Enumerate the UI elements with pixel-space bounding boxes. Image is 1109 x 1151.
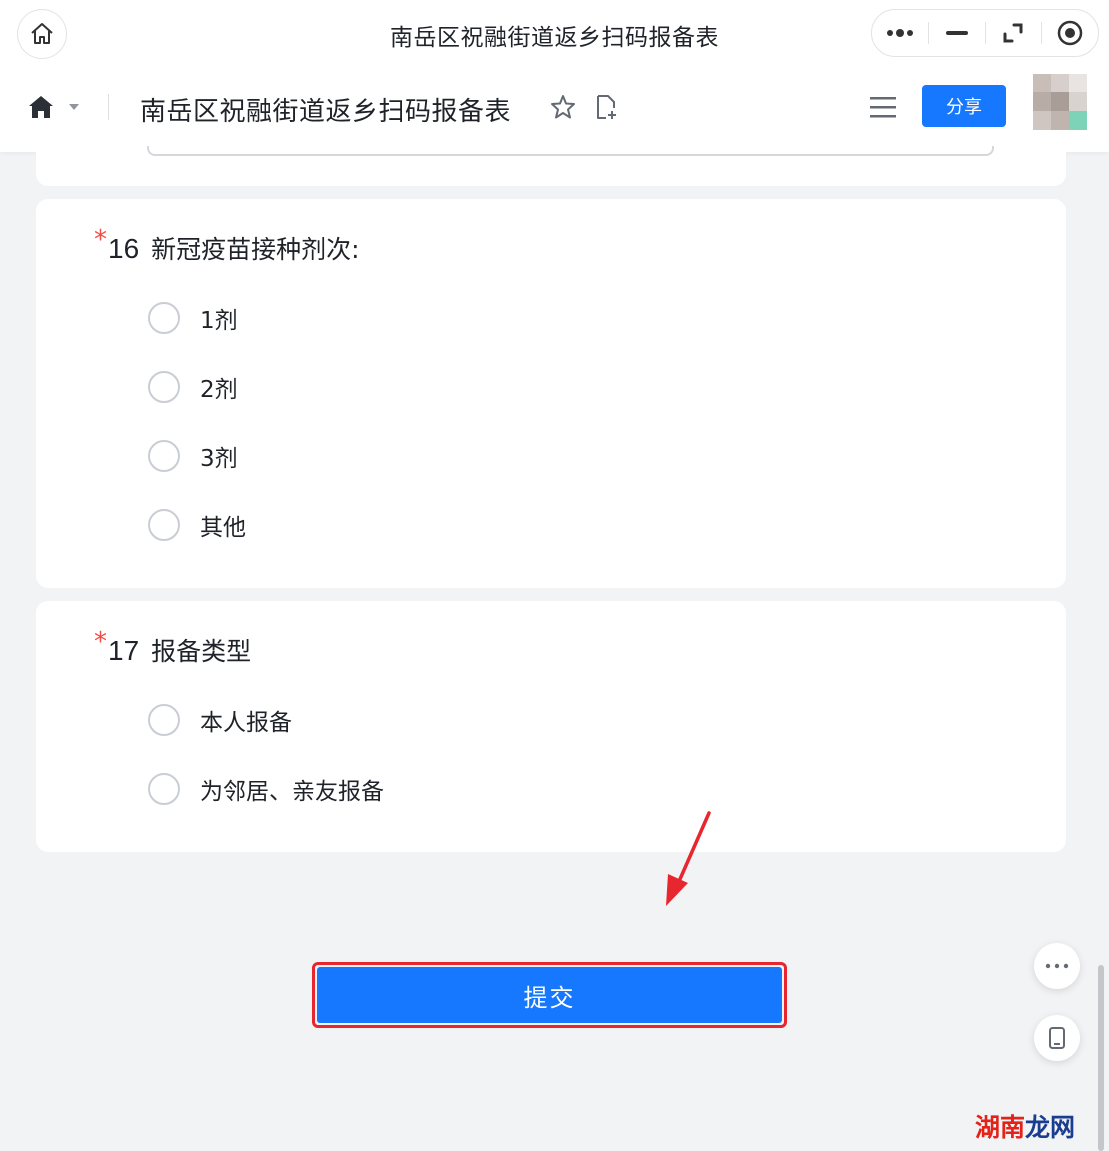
watermark-part-2: 龙网 <box>1025 1113 1076 1142</box>
previous-question-card <box>36 146 1066 186</box>
more-dots-icon <box>1045 963 1069 969</box>
more-dots-icon <box>886 29 913 37</box>
watermark-part-1: 湖南 <box>975 1113 1026 1142</box>
window-titlebar: 南岳区祝融街道返乡扫码报备表 <box>0 0 1109 66</box>
option-label: 为邻居、亲友报备 <box>200 779 384 805</box>
header-divider <box>108 94 109 120</box>
radio-button[interactable] <box>148 704 180 736</box>
radio-option[interactable]: 本人报备 <box>148 702 292 738</box>
question-text: 新冠疫苗接种剂次: <box>151 235 360 264</box>
submit-button[interactable]: 提交 <box>317 967 782 1023</box>
minimize-icon <box>945 31 968 35</box>
add-document-icon[interactable] <box>592 93 620 121</box>
question-number: 16 <box>108 233 140 264</box>
radio-button[interactable] <box>148 509 180 541</box>
scrollbar[interactable] <box>1098 965 1104 1151</box>
restore-icon <box>1003 23 1023 43</box>
question-title: * 17 报备类型 <box>94 627 252 668</box>
required-mark: * <box>94 225 107 255</box>
radio-button[interactable] <box>148 302 180 334</box>
minimize-button[interactable] <box>929 9 985 57</box>
radio-option[interactable]: 3剂 <box>148 438 238 474</box>
more-float-button[interactable] <box>1034 943 1080 989</box>
radio-option[interactable]: 1剂 <box>148 300 238 336</box>
window-capsule <box>871 9 1099 57</box>
option-label: 1剂 <box>200 308 238 334</box>
form-header: 南岳区祝融街道返乡扫码报备表 分享 <box>0 66 1109 152</box>
question-title: * 16 新冠疫苗接种剂次: <box>94 225 360 266</box>
workspace-home-button[interactable] <box>28 92 88 122</box>
annotation-arrow <box>666 811 711 906</box>
share-button[interactable]: 分享 <box>922 85 1006 127</box>
question-card-16: * 16 新冠疫苗接种剂次: 1剂 2剂 3剂 其他 <box>36 199 1066 588</box>
question-number: 17 <box>108 635 140 666</box>
option-label: 本人报备 <box>200 710 292 736</box>
close-button[interactable] <box>1042 9 1098 57</box>
form-title: 南岳区祝融街道返乡扫码报备表 <box>140 97 512 127</box>
radio-button[interactable] <box>148 371 180 403</box>
star-icon[interactable] <box>549 93 577 121</box>
radio-option[interactable]: 2剂 <box>148 369 238 405</box>
radio-button[interactable] <box>148 773 180 805</box>
avatar[interactable] <box>1033 74 1087 130</box>
caret-down-icon <box>69 104 79 110</box>
question-text: 报备类型 <box>151 637 252 666</box>
required-mark: * <box>94 627 107 657</box>
question-card-17: * 17 报备类型 本人报备 为邻居、亲友报备 <box>36 601 1066 852</box>
option-label: 2剂 <box>200 377 238 403</box>
home-filled-icon <box>29 96 53 118</box>
radio-option[interactable]: 其他 <box>148 507 246 543</box>
previous-input-field[interactable] <box>147 146 994 156</box>
menu-icon[interactable] <box>868 94 898 120</box>
radio-option[interactable]: 为邻居、亲友报备 <box>148 771 384 807</box>
watermark: 湖南龙网 <box>975 1108 1075 1144</box>
option-label: 3剂 <box>200 446 238 472</box>
restore-button[interactable] <box>986 9 1042 57</box>
option-label: 其他 <box>200 515 246 541</box>
close-circle-icon <box>1057 20 1083 46</box>
submit-highlight: 提交 <box>312 962 787 1028</box>
device-float-button[interactable] <box>1034 1015 1080 1061</box>
radio-button[interactable] <box>148 440 180 472</box>
mobile-device-icon <box>1049 1027 1065 1049</box>
more-button[interactable] <box>872 9 928 57</box>
